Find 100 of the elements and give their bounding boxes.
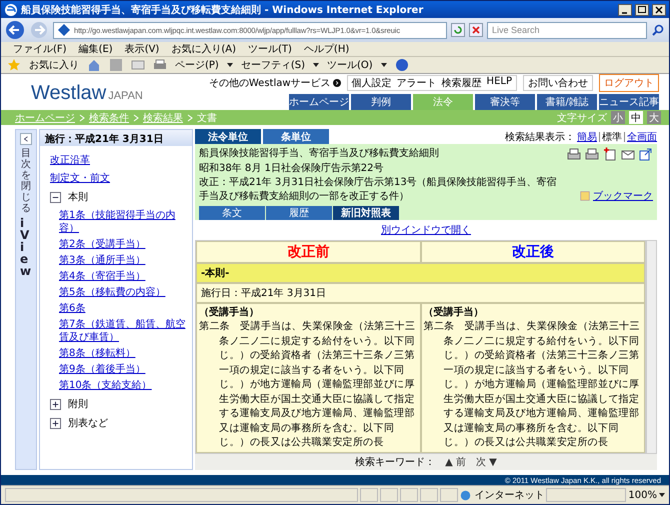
toc-link[interactable]: 第1条（技能習得手当の内容） [59,209,188,235]
maximize-icon[interactable] [635,4,649,16]
add-page-icon[interactable] [603,147,617,161]
document-info-text: 昭和38年 8月 1日社会保険庁告示第22号 [199,162,385,175]
document-tab[interactable]: 条単位 [263,129,329,144]
nav-tab[interactable]: ニュース記事 [599,94,659,110]
bookmark-link[interactable]: ブックマーク [593,189,653,203]
page-icon [57,23,71,37]
site-logo[interactable]: WestlawJAPAN [31,74,143,110]
toolbar-menu[interactable]: ページ(P) [175,58,219,72]
search-field[interactable]: Live Search [487,22,647,38]
collapse-label[interactable]: 目次を閉じる [21,148,31,214]
font-size-button[interactable]: 大 [647,111,661,124]
toc-folder[interactable]: 附則 [68,397,88,411]
minimize-icon[interactable] [618,4,632,16]
menu-item[interactable]: 編集(E) [78,42,113,56]
open-window-link[interactable]: 別ウインドウで開く [381,223,471,237]
display-label: 検索結果表示： [505,130,575,144]
print-icon[interactable] [153,58,167,72]
effective-date: 施行日：平成21年 3月31日 [196,283,645,303]
font-size-button[interactable]: 小 [611,111,625,124]
toc-link[interactable]: 第7条（鉄道賃、船賃、航空賃及び車賃） [59,318,188,344]
font-size-button[interactable]: 中 [629,111,643,124]
close-icon[interactable] [652,4,666,16]
status-pane [380,488,398,502]
contact-link[interactable]: お問い合わせ [523,75,593,91]
menu-item[interactable]: 表示(V) [124,42,160,56]
display-option[interactable]: 簡易 [577,130,597,144]
toc-header: 施行：平成21年 3月31日 [40,130,192,146]
toolbar-menu[interactable]: セーフティ(S) [240,58,305,72]
new-window-icon[interactable] [639,147,653,161]
column-header: 改正前 [196,241,420,263]
keyword-label: 検索キーワード： [355,456,436,469]
toc-folder[interactable]: 本則 [68,190,88,204]
logout-button[interactable]: ログアウト [599,74,659,92]
print-icon[interactable] [567,147,581,161]
bookmark-icon [580,190,590,202]
chevron-right-icon [187,114,193,122]
toc-folder[interactable]: 別表など [68,416,108,430]
collapse-icon[interactable] [50,192,61,202]
toolbar-menu[interactable]: ツール(O) [327,58,373,72]
document-info-text: 船員保険技能習得手当、寄宿手当及び移転費支給細則 [199,147,440,160]
status-pane [400,488,418,502]
stop-icon[interactable] [469,23,483,37]
view-tab[interactable]: 履歴 [266,206,332,220]
caret-icon [226,62,233,68]
toc-link[interactable]: 改正沿革 [50,154,188,167]
toc-link[interactable]: 第4条（寄宿手当） [59,270,188,283]
menu-item[interactable]: ファイル(F) [13,42,67,56]
favorites-button[interactable]: お気に入り [29,58,79,72]
toc-link[interactable]: 第10条（支給支給） [59,379,188,392]
toc-link[interactable]: 第3条（通所手当） [59,254,188,267]
back-icon[interactable] [5,20,25,40]
expand-icon[interactable] [50,418,61,428]
utility-links[interactable]: 個人設定 アラート 検索履歴 HELP [346,75,517,91]
view-tab[interactable]: 新旧対照表 [333,206,399,220]
display-option[interactable]: 全画面 [627,130,657,144]
menu-item[interactable]: ヘルプ(H) [304,42,350,56]
next-link[interactable]: 次 ▼ [476,455,497,469]
toc-link[interactable]: 第2条（受講手当） [59,238,188,251]
font-size-label: 文字サイズ [557,112,607,124]
chevron-left-icon [23,136,29,142]
nav-tab[interactable]: 審決等 [475,94,535,110]
article-text: 第二条 受講手当は、失業保険金（法第三十三条ノ二ノ二に規定する給付をいう。以下同じ。）の受給資格者（法第三十三条ノ三第一項の規定に該当する者をいう。以下同じ。）が地方運輸局（運輸監理部並びに厚生労働大臣が国土交通大臣に協議して指定する運輸支局及び地方運輸局、運輸監理部又は運輸支局の事務所を含む。以下同じ。）の長又は公共職業安定所の長 [424,320,641,450]
display-option[interactable]: 標準 [602,130,622,144]
nav-tab[interactable]: ホームページ [289,94,349,110]
view-tab[interactable]: 条文 [199,206,265,220]
print-icon[interactable] [585,147,599,161]
expand-icon[interactable] [50,398,61,410]
article-heading: （受講手当） [424,306,484,320]
nav-tab[interactable]: 判例 [351,94,411,110]
status-pane [360,488,378,502]
menu-item[interactable]: ツール(T) [248,42,292,56]
toc-link[interactable]: 第6条 [59,302,188,315]
window-title: 船員保険技能習得手当、寄宿手当及び移転費支給細則 - Windows Internet Explorer [21,3,424,16]
refresh-icon[interactable] [451,23,465,37]
search-icon[interactable] [651,23,665,37]
collapse-button[interactable] [20,133,32,145]
services-link[interactable]: その他のWestlawサービス [208,76,331,90]
article-heading: （受講手当） [199,306,260,320]
toc-link[interactable]: 制定文・前文 [50,172,188,185]
star-icon [7,58,21,72]
previous-link[interactable]: ▲ 前 [445,455,466,469]
toc-link[interactable]: 第8条（移転料） [59,347,188,360]
caret-icon [313,62,319,68]
scrollbar[interactable] [646,240,657,454]
nav-tab[interactable]: 書籍/雑誌 [537,94,597,110]
brand-label: iView [20,217,32,277]
column-header: 改正後 [420,241,645,263]
chevron-right-icon [133,114,139,122]
caret-icon [659,492,665,498]
document-tab[interactable]: 法令単位 [195,129,261,144]
zoom-level[interactable]: 100% [628,490,657,500]
caret-icon [380,62,387,68]
section-label: -本則- [196,263,645,283]
article-text: 第二条 受講手当は、失業保険金（法第三十三条ノ二ノ二に規定する給付をいう。以下同じ。）の受給資格者（法第三十三条ノ三第一項の規定に該当する者をいう。以下同じ。）が地方運輸局（運輸監理部並びに厚生労働大臣が国土交通大臣に協議して指定する運輸支局及び地方運輸局、運輸監理部又は運輸支局の事務所を含む。以下同じ。）の長又は公共職業安定所の長 [199,320,416,450]
menu-item[interactable]: お気に入り(A) [171,42,236,56]
toc-link[interactable]: 第9条（着後手当） [59,363,188,376]
home-icon[interactable] [87,58,101,72]
toc-link[interactable]: 第5条（移転費の内容） [59,286,188,299]
